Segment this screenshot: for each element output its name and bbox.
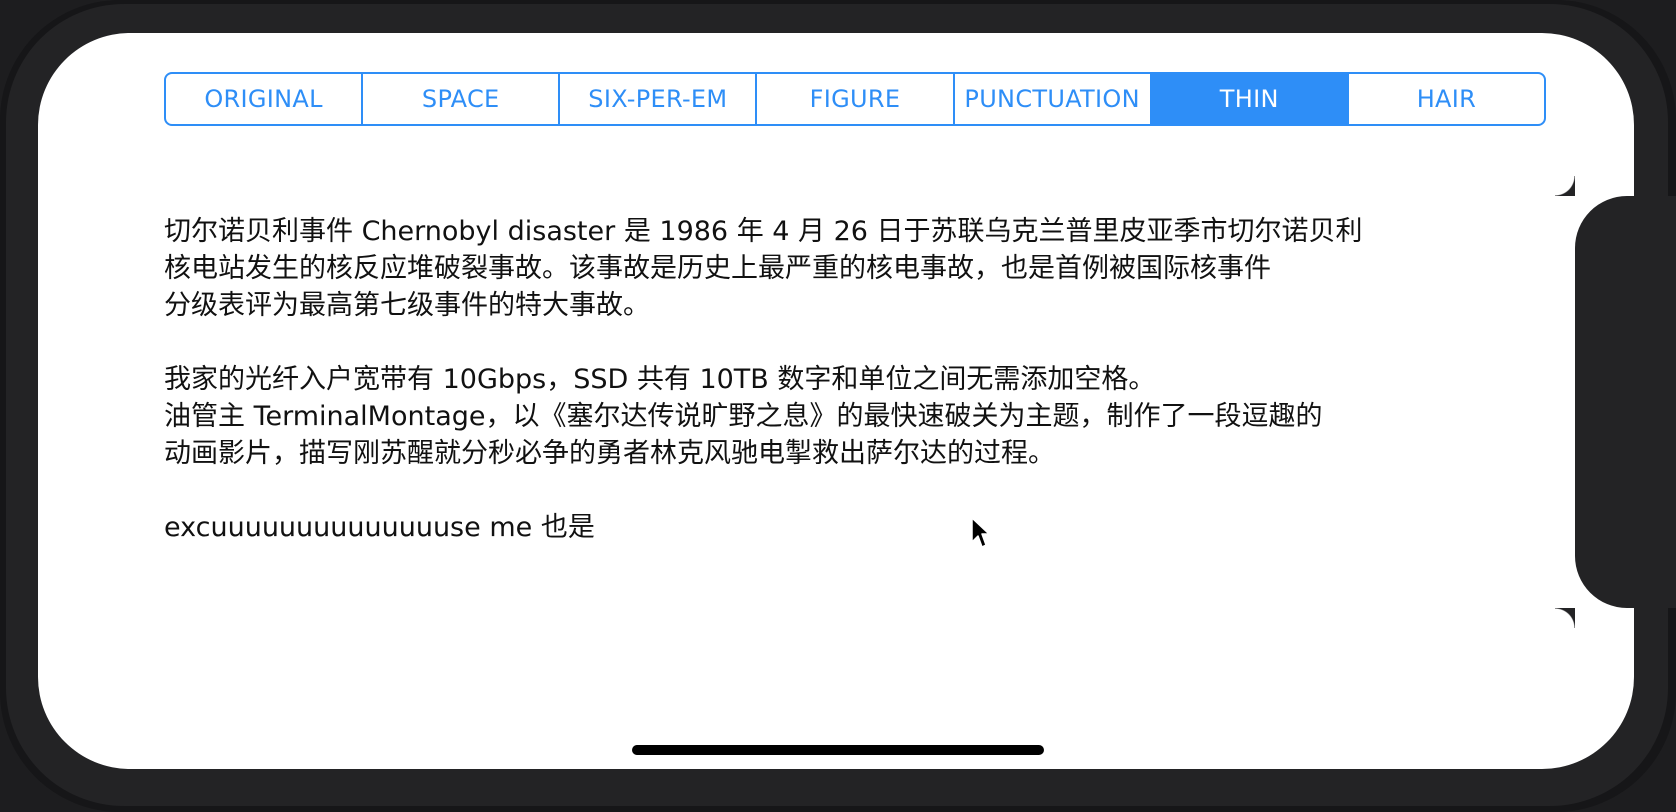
segment-six-per-em[interactable]: SIX-PER-EM xyxy=(560,74,758,124)
paragraph-zelda: 油管主 TerminalMontage，以《塞尔达传说旷野之息》的最快速破关为主… xyxy=(164,401,1323,469)
device-notch xyxy=(1555,176,1676,628)
mouse-pointer-icon xyxy=(971,517,990,548)
paragraph-broadband: 我家的光纤入户宽带有 10Gbps，SSD 共有 10TB 数字和单位之间无需添… xyxy=(164,364,1156,395)
home-indicator[interactable] xyxy=(632,745,1044,755)
segment-space[interactable]: SPACE xyxy=(363,74,561,124)
segment-figure[interactable]: FIGURE xyxy=(757,74,955,124)
screen: ORIGINAL SPACE SIX-PER-EM FIGURE PUNCTUA… xyxy=(38,33,1634,769)
segment-original[interactable]: ORIGINAL xyxy=(166,74,364,124)
segment-thin[interactable]: THIN xyxy=(1151,74,1349,124)
segment-punctuation[interactable]: PUNCTUATION xyxy=(955,74,1152,124)
segment-hair[interactable]: HAIR xyxy=(1349,74,1544,124)
paragraph-excuse-me: excuuuuuuuuuuuuuuse me 也是 xyxy=(164,512,595,543)
paragraph-chernobyl: 切尔诺贝利事件 Chernobyl disaster 是 1986 年 4 月 … xyxy=(164,216,1363,321)
text-content: 切尔诺贝利事件 Chernobyl disaster 是 1986 年 4 月 … xyxy=(164,213,1554,546)
spacing-segmented-control: ORIGINAL SPACE SIX-PER-EM FIGURE PUNCTUA… xyxy=(164,72,1546,126)
device-frame: ORIGINAL SPACE SIX-PER-EM FIGURE PUNCTUA… xyxy=(0,0,1676,812)
